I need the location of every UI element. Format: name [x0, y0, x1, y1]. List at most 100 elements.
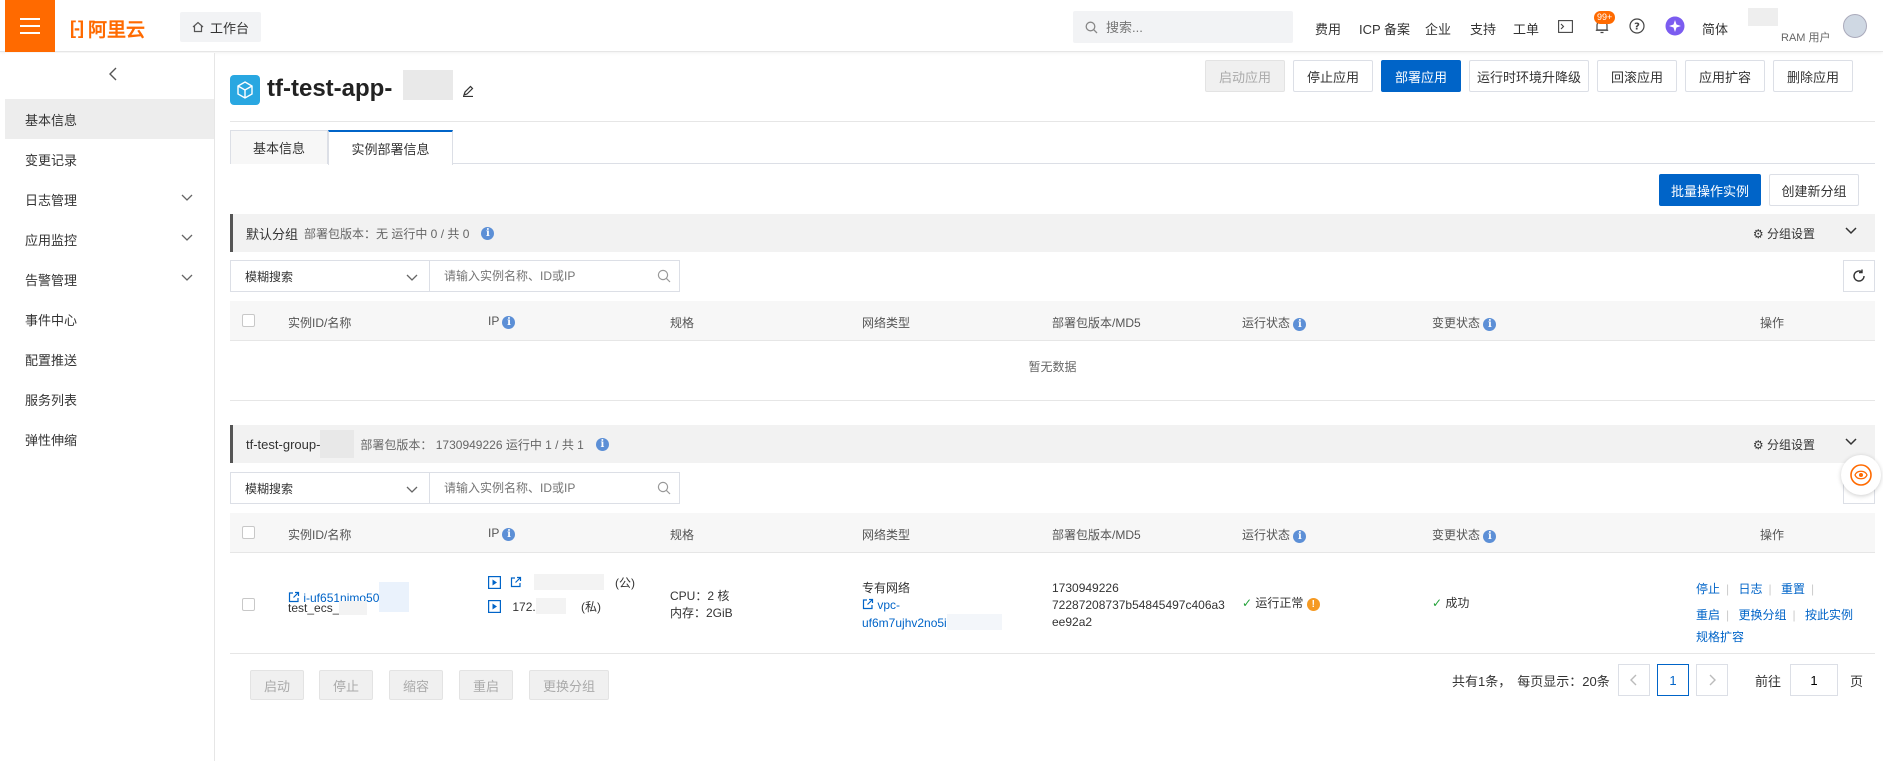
select-all-checkbox[interactable]	[242, 314, 255, 327]
instance-search-field[interactable]	[430, 472, 680, 504]
deploy-app-button[interactable]: 部署应用	[1381, 60, 1461, 92]
external-link-icon[interactable]	[862, 598, 874, 610]
goto-page-input[interactable]	[1790, 664, 1838, 696]
sidebar-item-change-records[interactable]: 变更记录	[5, 139, 214, 179]
redacted-private-ip	[535, 598, 566, 614]
spec-upgrade-link[interactable]: 规格扩容	[1696, 630, 1744, 644]
instance-log-link[interactable]: 日志	[1738, 582, 1762, 596]
terminal-connect-icon[interactable]	[488, 600, 502, 614]
aliyun-logo[interactable]: [-] 阿里云	[70, 15, 145, 42]
group-settings-button[interactable]: ⚙ 分组设置	[1753, 225, 1815, 242]
stop-app-button[interactable]: 停止应用	[1293, 60, 1373, 92]
global-search[interactable]	[1073, 11, 1293, 43]
bulk-stop-button[interactable]: 停止	[319, 670, 373, 700]
tab-instance-deploy-info[interactable]: 实例部署信息	[328, 130, 453, 165]
avatar[interactable]	[1843, 14, 1867, 38]
warning-icon[interactable]: !	[1306, 598, 1320, 611]
search-input[interactable]	[1106, 19, 1266, 35]
refresh-button[interactable]	[1843, 260, 1875, 292]
delete-app-button[interactable]: 删除应用	[1773, 60, 1853, 92]
col-spec: 规格	[670, 316, 695, 330]
scale-out-app-button[interactable]: 应用扩容	[1685, 60, 1765, 92]
info-icon[interactable]: i	[595, 437, 609, 451]
instance-search-input[interactable]	[444, 269, 644, 283]
sidebar-item-config-push[interactable]: 配置推送	[5, 339, 214, 379]
instance-search-input[interactable]	[444, 481, 644, 495]
info-icon[interactable]: i	[1293, 318, 1307, 331]
workbench-button[interactable]: 工作台	[180, 12, 262, 42]
private-ip-suffix: (私)	[581, 600, 602, 614]
search-icon[interactable]	[657, 269, 671, 283]
nav-ticket[interactable]: 工单	[1513, 19, 1539, 38]
info-icon[interactable]: i	[502, 528, 516, 541]
next-page-button[interactable]	[1696, 664, 1728, 696]
refresh-icon	[1853, 269, 1865, 282]
info-icon[interactable]: i	[1483, 318, 1497, 331]
row-checkbox[interactable]	[242, 598, 255, 611]
search-mode-select[interactable]: 模糊搜索	[230, 472, 430, 504]
nav-icp[interactable]: ICP 备案	[1359, 19, 1410, 38]
sidebar-item-app-monitoring[interactable]: 应用监控	[5, 219, 214, 259]
chevron-down-icon[interactable]	[1843, 222, 1859, 238]
by-this-instance-link[interactable]: 按此实例	[1805, 608, 1853, 622]
ai-assistant-icon[interactable]	[1665, 16, 1685, 36]
empty-state: 暂无数据	[230, 341, 1875, 401]
runtime-upgrade-button[interactable]: 运行时环境升降级	[1469, 60, 1589, 92]
col-change-status: 变更状态 i	[1432, 526, 1497, 543]
change-group-link[interactable]: 更换分组	[1738, 608, 1786, 622]
sidebar-item-autoscaling[interactable]: 弹性伸缩	[5, 419, 214, 459]
info-icon[interactable]: i	[481, 226, 495, 240]
logo-mark: [-]	[70, 18, 84, 38]
group-name: 默认分组	[246, 226, 299, 242]
sidebar-item-basic-info[interactable]: 基本信息	[5, 99, 214, 139]
user-role[interactable]: RAM 用户	[1781, 29, 1831, 45]
bulk-restart-button[interactable]: 重启	[459, 670, 513, 700]
vpc-link[interactable]: vpc-	[877, 598, 900, 612]
bulk-start-button[interactable]: 启动	[250, 670, 304, 700]
create-group-button[interactable]: 创建新分组	[1769, 174, 1859, 206]
sidebar-item-log-management[interactable]: 日志管理	[5, 179, 214, 219]
info-icon[interactable]: i	[1483, 530, 1497, 543]
hamburger-menu-button[interactable]	[5, 0, 55, 52]
bulk-scale-in-button[interactable]: 缩容	[389, 670, 443, 700]
vpc-id-link[interactable]: uf6m7ujhv2no5i	[862, 616, 947, 630]
reset-instance-link[interactable]: 重置	[1781, 582, 1805, 596]
chevron-down-icon[interactable]	[1843, 433, 1859, 449]
edit-icon[interactable]	[462, 85, 474, 97]
info-icon[interactable]: i	[502, 316, 516, 329]
rollback-app-button[interactable]: 回滚应用	[1597, 60, 1677, 92]
page-size-select[interactable]: 每页显示：20条	[1517, 671, 1609, 690]
instance-search-field[interactable]	[430, 260, 680, 292]
language-switch[interactable]: 简体	[1702, 19, 1728, 38]
tab-basic-info[interactable]: 基本信息	[230, 130, 328, 164]
select-all-checkbox[interactable]	[242, 526, 255, 539]
group-header-default: 默认分组 部署包版本：无 运行中 0 / 共 0 i ⚙ 分组设置	[230, 214, 1875, 252]
sidebar-item-label: 变更记录	[25, 152, 78, 168]
search-icon[interactable]	[657, 481, 671, 495]
help-icon[interactable]: ?	[1627, 16, 1647, 36]
sidebar-item-event-center[interactable]: 事件中心	[5, 299, 214, 339]
start-app-button[interactable]: 启动应用	[1205, 60, 1285, 92]
sidebar-item-alert-management[interactable]: 告警管理	[5, 259, 214, 299]
info-icon[interactable]: i	[1293, 530, 1307, 543]
page-1-button[interactable]: 1	[1657, 664, 1689, 696]
restart-instance-link[interactable]: 重启	[1696, 608, 1720, 622]
run-status-text: 运行正常	[1255, 596, 1304, 610]
external-link-icon[interactable]	[510, 576, 522, 588]
nav-support[interactable]: 支持	[1470, 19, 1496, 38]
search-mode-select[interactable]: 模糊搜索	[230, 260, 430, 292]
terminal-icon[interactable]	[1555, 16, 1575, 36]
group-settings-button[interactable]: ⚙ 分组设置	[1753, 436, 1815, 453]
nav-fees[interactable]: 费用	[1315, 19, 1341, 38]
bulk-change-group-button[interactable]: 更换分组	[529, 670, 609, 700]
prev-page-button[interactable]	[1618, 664, 1650, 696]
floating-assistant-button[interactable]	[1841, 455, 1881, 495]
terminal-connect-icon[interactable]	[488, 576, 502, 590]
chevron-left-icon[interactable]	[108, 67, 118, 86]
sidebar-item-service-list[interactable]: 服务列表	[5, 379, 214, 419]
stop-instance-link[interactable]: 停止	[1696, 582, 1720, 596]
batch-operate-button[interactable]: 批量操作实例	[1659, 174, 1761, 206]
col-run-status: 运行状态 i	[1242, 314, 1307, 331]
gear-icon: ⚙	[1752, 227, 1764, 241]
nav-enterprise[interactable]: 企业	[1425, 19, 1451, 38]
